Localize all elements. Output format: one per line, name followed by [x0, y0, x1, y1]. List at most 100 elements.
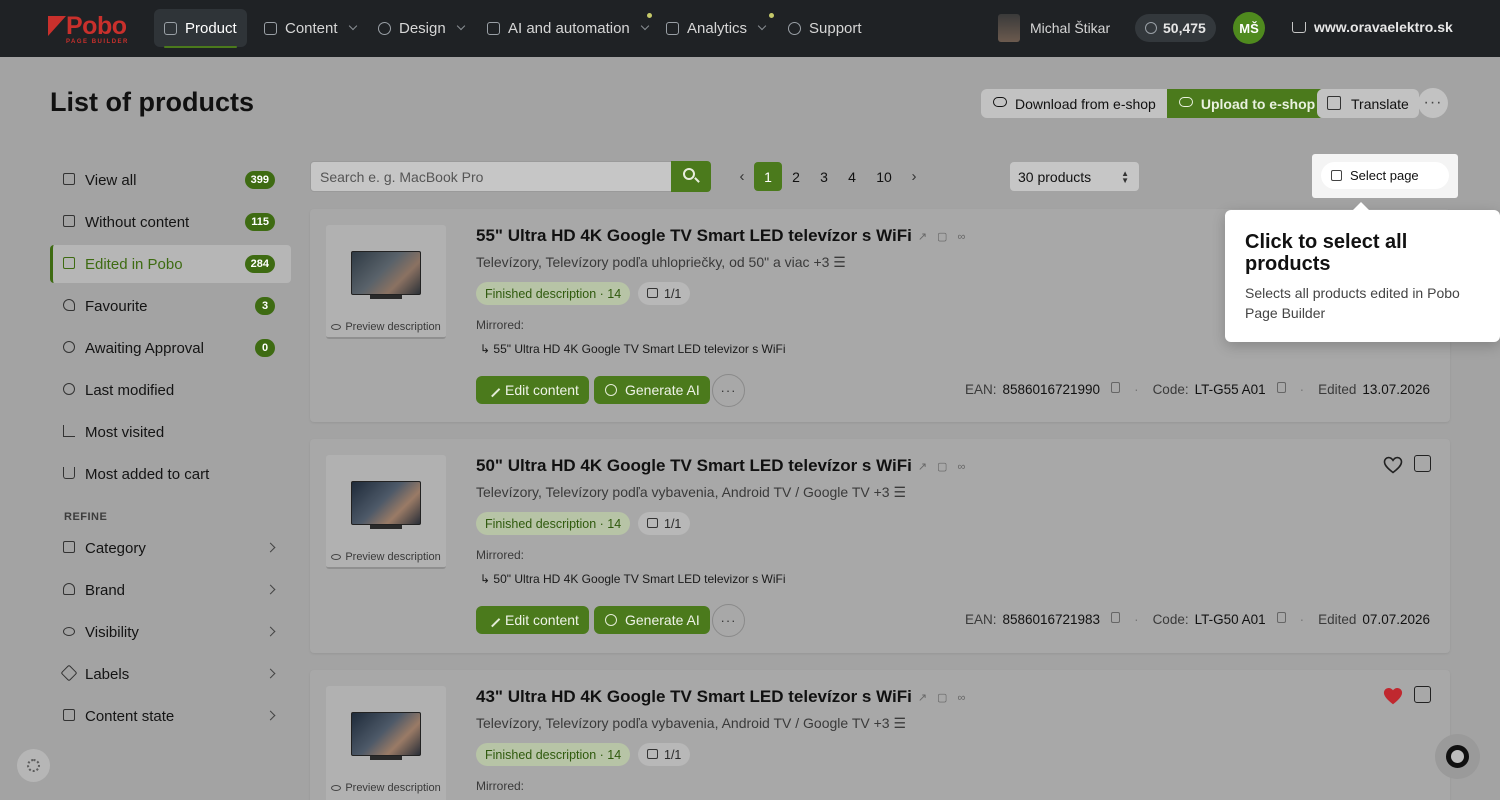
- more-categories[interactable]: +3: [813, 254, 829, 270]
- favourite-heart-icon[interactable]: [1383, 687, 1403, 705]
- preview-description-link[interactable]: Preview description: [326, 551, 446, 563]
- more-categories[interactable]: +3: [874, 484, 890, 500]
- mirrored-item[interactable]: ↳ 55" Ultra HD 4K Google TV Smart LED te…: [480, 342, 786, 356]
- categories-text: Televízory, Televízory podľa uhlopriečky…: [476, 254, 810, 270]
- pagination-page-10[interactable]: 10: [870, 162, 898, 191]
- credits-badge[interactable]: 50,475: [1135, 14, 1216, 42]
- nav-design[interactable]: Design: [368, 9, 474, 47]
- separator: ·: [1299, 612, 1305, 627]
- pagination-next[interactable]: ›: [900, 162, 928, 191]
- product-title[interactable]: 55" Ultra HD 4K Google TV Smart LED tele…: [476, 226, 975, 246]
- sidebar-item-last-modified[interactable]: Last modified: [50, 371, 291, 409]
- sidebar-item-view-all[interactable]: View all 399: [50, 161, 291, 199]
- product-thumbnail[interactable]: Preview description: [326, 455, 446, 569]
- title-action-icons[interactable]: ↗▢∞: [918, 460, 975, 473]
- sidebar-item-most-added-to-cart[interactable]: Most added to cart: [50, 455, 291, 493]
- lifebuoy-icon: [1446, 745, 1469, 768]
- sync-button-group: Download from e-shop Upload to e-shop: [981, 89, 1326, 118]
- edit-content-button[interactable]: Edit content: [476, 376, 589, 404]
- refine-labels[interactable]: Labels: [50, 655, 291, 693]
- search-input[interactable]: [310, 161, 672, 192]
- eye-icon: [331, 554, 342, 561]
- clock-icon: [63, 383, 75, 395]
- favourite-heart-icon[interactable]: [1383, 456, 1403, 474]
- download-label: Download from e-shop: [1015, 95, 1156, 112]
- refine-visibility[interactable]: Visibility: [50, 613, 291, 651]
- sidebar-item-label: Awaiting Approval: [85, 339, 204, 357]
- list-icon: ☰: [889, 484, 907, 500]
- product-more-button[interactable]: ···: [712, 374, 745, 407]
- language-badge-text: 1/1: [664, 516, 682, 531]
- nav-content[interactable]: Content: [254, 9, 366, 47]
- nav-support[interactable]: Support: [778, 9, 872, 47]
- user-photo: [998, 14, 1020, 42]
- preview-description-link[interactable]: Preview description: [326, 782, 446, 794]
- product-select-checkbox[interactable]: [1414, 686, 1431, 703]
- copy-icon[interactable]: [1111, 382, 1121, 393]
- download-from-eshop-button[interactable]: Download from e-shop: [981, 89, 1167, 118]
- copy-icon[interactable]: [1276, 612, 1286, 623]
- translate-button[interactable]: Translate: [1317, 89, 1419, 118]
- pagination-page-3[interactable]: 3: [810, 162, 838, 191]
- per-page-select[interactable]: 30 products ▲ ▼: [1010, 162, 1139, 191]
- user-menu[interactable]: Michal Štikar: [998, 14, 1110, 42]
- sidebar-item-without-content[interactable]: Without content 115: [50, 203, 291, 241]
- refine-content-state[interactable]: Content state: [50, 697, 291, 735]
- ean-value: 8586016721983: [1002, 612, 1101, 627]
- pagination-page-1[interactable]: 1: [754, 162, 782, 191]
- select-arrows-icon: ▲ ▼: [1121, 169, 1129, 185]
- top-navigation: Pobo PAGE BUILDER Product Content Design…: [0, 0, 1500, 57]
- preview-description-link[interactable]: Preview description: [326, 321, 446, 333]
- product-categories: Televízory, Televízory podľa vybavenia, …: [476, 484, 906, 501]
- coin-icon: [1145, 22, 1157, 34]
- product-more-button[interactable]: ···: [712, 604, 745, 637]
- select-page-button[interactable]: Select page: [1321, 162, 1449, 189]
- product-title[interactable]: 50" Ultra HD 4K Google TV Smart LED tele…: [476, 456, 975, 476]
- edit-label: Edit content: [505, 612, 579, 628]
- sidebar-item-favourite[interactable]: Favourite 3: [50, 287, 291, 325]
- nav-ai-automation[interactable]: AI and automation: [477, 9, 658, 47]
- generate-ai-button[interactable]: Generate AI: [594, 376, 710, 404]
- product-title[interactable]: 43" Ultra HD 4K Google TV Smart LED tele…: [476, 687, 975, 707]
- preview-label: Preview description: [345, 551, 441, 563]
- product-image-stand: [370, 525, 402, 529]
- nav-analytics-label: Analytics: [687, 19, 748, 37]
- shop-link[interactable]: www.oravaelektro.sk: [1292, 19, 1453, 35]
- upload-to-eshop-button[interactable]: Upload to e-shop: [1166, 89, 1326, 118]
- product-title-text: 43" Ultra HD 4K Google TV Smart LED tele…: [476, 687, 912, 706]
- title-action-icons[interactable]: ↗▢∞: [918, 230, 975, 243]
- sidebar-item-awaiting-approval[interactable]: Awaiting Approval 0: [50, 329, 291, 367]
- count-badge: 284: [244, 255, 275, 273]
- pagination-prev[interactable]: ‹: [728, 162, 756, 191]
- chart-icon: [63, 425, 75, 437]
- product-thumbnail[interactable]: Preview description: [326, 686, 446, 800]
- search-button[interactable]: [671, 161, 711, 192]
- copy-icon[interactable]: [1111, 612, 1121, 623]
- clock-icon: [63, 341, 75, 353]
- pobo-logo[interactable]: Pobo PAGE BUILDER: [48, 12, 132, 45]
- refine-brand[interactable]: Brand: [50, 571, 291, 609]
- title-action-icons[interactable]: ↗▢∞: [918, 691, 975, 704]
- product-select-checkbox[interactable]: [1414, 455, 1431, 472]
- header-more-button[interactable]: ···: [1418, 88, 1448, 118]
- product-thumbnail[interactable]: Preview description: [326, 225, 446, 339]
- mirrored-item[interactable]: ↳ 50" Ultra HD 4K Google TV Smart LED te…: [480, 572, 786, 586]
- nav-product[interactable]: Product: [154, 9, 247, 48]
- copy-icon[interactable]: [1276, 382, 1286, 393]
- edit-content-button[interactable]: Edit content: [476, 606, 589, 634]
- sidebar-item-edited-in-pobo[interactable]: Edited in Pobo 284: [50, 245, 291, 283]
- help-button[interactable]: [1435, 734, 1480, 779]
- settings-button[interactable]: [17, 749, 50, 782]
- separator: ·: [1299, 382, 1305, 397]
- sidebar-item-most-visited[interactable]: Most visited: [50, 413, 291, 451]
- more-categories[interactable]: +3: [874, 715, 890, 731]
- generate-ai-button[interactable]: Generate AI: [594, 606, 710, 634]
- pagination-page-2[interactable]: 2: [782, 162, 810, 191]
- sidebar-item-label: Edited in Pobo: [85, 255, 183, 273]
- avatar[interactable]: MŠ: [1233, 12, 1265, 44]
- refine-label: Brand: [85, 581, 126, 599]
- pagination-page-4[interactable]: 4: [838, 162, 866, 191]
- nav-analytics[interactable]: Analytics: [656, 9, 775, 47]
- refine-category[interactable]: Category: [50, 529, 291, 567]
- cart-icon: [1292, 21, 1306, 33]
